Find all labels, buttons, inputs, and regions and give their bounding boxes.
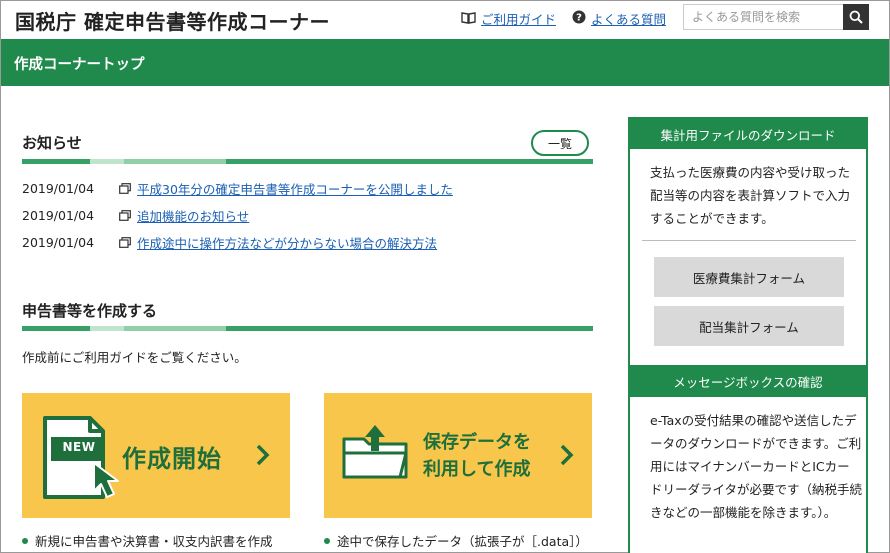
search-input[interactable]	[683, 4, 843, 30]
news-list-button[interactable]: 一覧	[531, 130, 589, 156]
start-new-description-text: 新規に申告書や決算書・収支内訳書を作成	[35, 534, 273, 549]
create-intro: 作成前にご利用ガイドをご覧ください。	[22, 350, 247, 365]
download-section-title: 集計用ファイルのダウンロード	[630, 119, 866, 149]
chevron-right-icon	[256, 444, 270, 466]
news-date: 2019/01/04	[22, 207, 95, 223]
news-item: 2019/01/04 追加機能のお知らせ	[22, 206, 249, 224]
search-box	[683, 4, 869, 30]
faq-nav[interactable]: ? よくある質問	[572, 9, 666, 28]
use-saved-data-line2: 利用して作成	[423, 459, 531, 480]
start-new-description: 新規に申告書や決算書・収支内訳書を作成	[22, 531, 273, 550]
medical-expense-form-button[interactable]: 医療費集計フォーム	[654, 257, 844, 297]
window-icon	[119, 209, 137, 221]
news-date: 2019/01/04	[22, 234, 95, 250]
news-link[interactable]: 平成30年分の確定申告書等作成コーナーを公開しました	[137, 179, 453, 198]
use-saved-data-card[interactable]: 保存データを 利用して作成	[324, 393, 592, 518]
use-saved-data-line1: 保存データを	[423, 432, 531, 453]
news-link[interactable]: 作成途中に操作方法などが分からない場合の解決方法	[137, 233, 437, 252]
top-bar: 作成コーナートップ	[1, 39, 889, 86]
use-saved-description: 途中で保存したデータ（拡張子が［.data］）	[324, 531, 588, 550]
site-header: 国税庁 確定申告書等作成コーナー ご利用ガイド ? よくある質問	[1, 1, 889, 39]
guide-nav[interactable]: ご利用ガイド	[461, 9, 556, 28]
sidebar: 集計用ファイルのダウンロード 支払った医療費の内容や受け取った配当等の内容を表計…	[628, 117, 868, 553]
window-icon	[119, 236, 137, 248]
topbar-title: 作成コーナートップ	[14, 57, 145, 73]
sidebar-divider	[642, 240, 856, 241]
use-saved-description-text: 途中で保存したデータ（拡張子が［.data］）	[337, 534, 588, 549]
news-item: 2019/01/04 平成30年分の確定申告書等作成コーナーを公開しました	[22, 179, 453, 197]
new-document-icon	[43, 416, 119, 499]
search-icon	[849, 10, 863, 24]
create-section-title: 申告書等を作成する	[22, 302, 158, 320]
start-new-label: 作成開始	[122, 445, 222, 473]
chevron-right-icon	[560, 444, 574, 466]
svg-text:?: ?	[576, 13, 582, 24]
message-box-title[interactable]: メッセージボックスの確認	[630, 365, 866, 397]
folder-upload-icon	[342, 425, 408, 479]
news-section-rule	[22, 159, 593, 164]
new-badge: NEW	[62, 440, 96, 454]
site-title[interactable]: 国税庁 確定申告書等作成コーナー	[15, 6, 330, 35]
news-link[interactable]: 追加機能のお知らせ	[137, 206, 249, 225]
news-date: 2019/01/04	[22, 180, 95, 196]
create-section-rule	[22, 326, 593, 331]
guide-link[interactable]: ご利用ガイド	[481, 9, 556, 28]
question-icon: ?	[572, 10, 586, 27]
message-box-description: e-Taxの受付結果の確認や送信したデータのダウンロードができます。ご利用にはマ…	[650, 413, 863, 520]
faq-link[interactable]: よくある質問	[591, 9, 666, 28]
news-item: 2019/01/04 作成途中に操作方法などが分からない場合の解決方法	[22, 233, 437, 251]
book-icon	[461, 11, 476, 27]
dividend-form-button[interactable]: 配当集計フォーム	[654, 306, 844, 346]
bullet-dot	[22, 537, 28, 544]
bullet-dot	[324, 537, 330, 544]
download-description: 支払った医療費の内容や受け取った配当等の内容を表計算ソフトで入力することができま…	[650, 165, 851, 226]
window-icon	[119, 182, 137, 194]
search-button[interactable]	[843, 4, 869, 30]
start-new-card[interactable]: NEW 作成開始	[22, 393, 290, 518]
use-saved-data-label: 保存データを 利用して作成	[423, 429, 531, 483]
news-section-title: お知らせ	[22, 134, 82, 152]
